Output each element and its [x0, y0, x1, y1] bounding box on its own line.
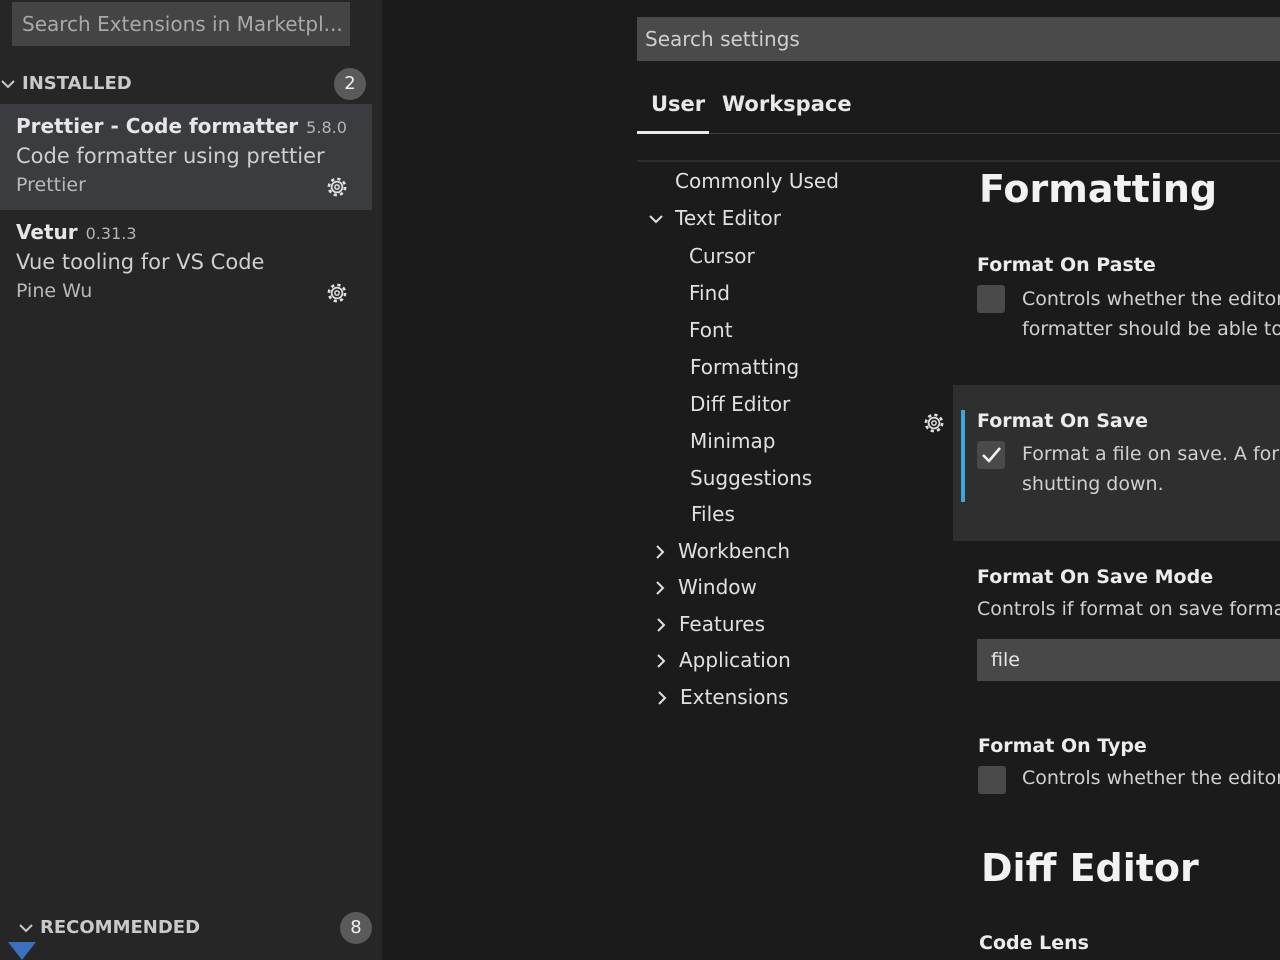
chevron-down-icon — [1, 80, 15, 89]
chevron-right-icon[interactable] — [653, 653, 669, 669]
section-title-formatting: Formatting — [979, 167, 1218, 211]
toc-formatting[interactable]: Formatting — [690, 355, 799, 379]
recommended-label: RECOMMENDED — [40, 917, 201, 938]
chevron-right-icon[interactable] — [653, 617, 669, 633]
tab-user[interactable]: User — [651, 92, 705, 116]
setting-desc-format-on-paste-2: formatter should be able to — [1022, 318, 1280, 340]
toc-suggestions[interactable]: Suggestions — [690, 466, 812, 490]
extension-author: Prettier — [16, 174, 86, 196]
toc-window[interactable]: Window — [678, 575, 757, 599]
toc-files[interactable]: Files — [691, 502, 735, 526]
gear-icon[interactable] — [324, 280, 350, 306]
toc-minimap[interactable]: Minimap — [690, 429, 775, 453]
extension-item-prettier[interactable]: Prettier - Code formatter 5.8.0 Code form… — [0, 104, 372, 210]
toc-cursor[interactable]: Cursor — [689, 244, 755, 268]
format-on-save-mode-select[interactable]: file — [977, 639, 1280, 681]
chevron-down-icon[interactable] — [648, 211, 664, 227]
extension-description: Vue tooling for VS Code — [16, 250, 265, 274]
check-icon — [982, 447, 1001, 463]
focus-indicator — [961, 410, 965, 502]
format-on-paste-checkbox[interactable] — [977, 285, 1005, 313]
toc-divider — [637, 160, 1280, 162]
installed-label: INSTALLED — [22, 73, 132, 94]
setting-title-format-on-save: Format On Save — [977, 410, 1149, 432]
toc-diff-editor[interactable]: Diff Editor — [690, 392, 790, 416]
toc-application[interactable]: Application — [679, 648, 791, 672]
setting-desc-format-on-type: Controls whether the editor — [1022, 767, 1280, 789]
setting-desc-format-on-save-2: shutting down. — [1022, 473, 1164, 495]
gear-icon[interactable] — [921, 410, 947, 436]
setting-title-format-on-paste: Format On Paste — [977, 254, 1156, 276]
toc-workbench[interactable]: Workbench — [678, 539, 790, 563]
extensions-sidebar: Search Extensions in Marketpl... INSTALL… — [0, 0, 382, 960]
installed-count-badge: 2 — [334, 68, 366, 100]
setting-title-format-on-type: Format On Type — [978, 735, 1147, 757]
setting-title-code-lens: Code Lens — [979, 932, 1089, 954]
toc-font[interactable]: Font — [689, 318, 733, 342]
extension-version: 0.31.3 — [85, 224, 137, 243]
toc-text-editor[interactable]: Text Editor — [675, 206, 781, 230]
toc-features[interactable]: Features — [679, 612, 765, 636]
toc-extensions[interactable]: Extensions — [680, 685, 789, 709]
extension-item-vetur[interactable]: Vetur 0.31.3 Vue tooling for VS Code Pine… — [0, 210, 372, 316]
extension-version: 5.8.0 — [306, 118, 347, 137]
star-icon — [8, 942, 36, 960]
gear-icon[interactable] — [324, 174, 350, 200]
extension-name: Prettier - Code formatter — [16, 114, 299, 138]
chevron-down-icon — [19, 924, 33, 933]
extensions-search-input[interactable]: Search Extensions in Marketpl... — [12, 2, 350, 46]
setting-desc-format-on-save-mode: Controls if format on save forma — [977, 598, 1280, 620]
toc-commonly-used[interactable]: Commonly Used — [675, 169, 839, 193]
settings-search-input[interactable]: Search settings — [637, 17, 1280, 61]
tabs-divider — [637, 133, 1280, 134]
chevron-right-icon[interactable] — [652, 544, 668, 560]
setting-desc-format-on-paste: Controls whether the editor — [1022, 288, 1280, 310]
extension-author: Pine Wu — [16, 280, 93, 302]
extension-name: Vetur — [16, 220, 78, 244]
recommended-section-header[interactable]: RECOMMENDED 8 — [18, 912, 378, 944]
installed-section-header[interactable]: INSTALLED 2 — [0, 68, 372, 100]
chevron-right-icon[interactable] — [652, 580, 668, 596]
extension-name-row: Vetur 0.31.3 — [16, 220, 356, 244]
tab-workspace[interactable]: Workspace — [722, 92, 852, 116]
toc-find[interactable]: Find — [689, 281, 730, 305]
extension-name-row: Prettier - Code formatter 5.8.0 — [16, 114, 356, 138]
setting-desc-format-on-save: Format a file on save. A form — [1022, 443, 1280, 465]
extension-description: Code formatter using prettier — [16, 144, 325, 168]
format-on-save-checkbox[interactable] — [977, 441, 1005, 469]
setting-title-format-on-save-mode: Format On Save Mode — [977, 566, 1214, 588]
format-on-type-checkbox[interactable] — [978, 766, 1006, 794]
section-title-diff-editor: Diff Editor — [981, 846, 1199, 890]
recommended-count-badge: 8 — [340, 912, 372, 944]
chevron-right-icon[interactable] — [654, 690, 670, 706]
active-tab-indicator — [637, 131, 709, 134]
